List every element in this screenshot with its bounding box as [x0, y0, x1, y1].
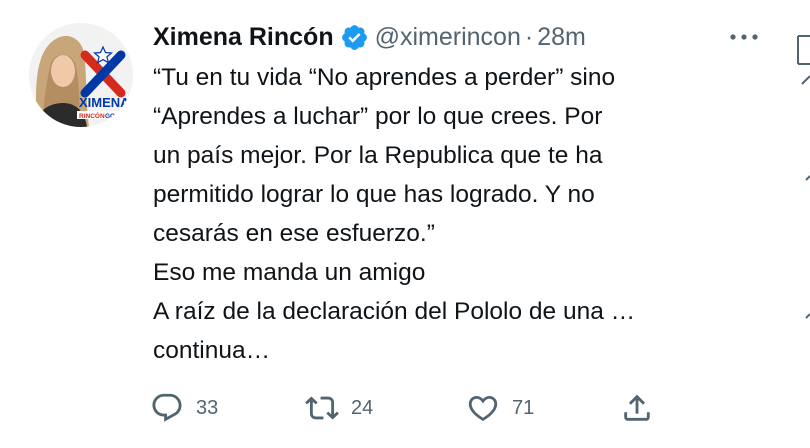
meta-separator: ·: [524, 23, 534, 51]
share-button[interactable]: [620, 388, 654, 428]
avatar-name-text: XIMENA: [79, 95, 130, 110]
retweet-button[interactable]: 24: [305, 388, 373, 428]
tweet[interactable]: XIMENA RINCÓN GONZÁ Ximena Rincón @ximer…: [0, 0, 810, 448]
like-button[interactable]: 71: [466, 388, 534, 428]
tweet-header: Ximena Rincón @ximerincon · 28m: [153, 19, 586, 55]
display-name[interactable]: Ximena Rincón: [153, 19, 334, 55]
retweet-count: 24: [351, 396, 374, 419]
more-options-button[interactable]: [724, 22, 764, 52]
reply-icon: [152, 393, 182, 422]
tweet-text: “Tu en tu vida “No aprendes a perder” si…: [153, 58, 793, 370]
heart-icon: [468, 395, 498, 421]
tweet-text-line: continua…: [153, 337, 271, 364]
tweet-text-line: A raíz de la declaración del Pololo de u…: [153, 298, 636, 325]
tweet-text-line: permitido lograr lo que has logrado. Y n…: [153, 181, 595, 208]
avatar-image: XIMENA RINCÓN GONZÁ: [29, 23, 133, 127]
like-count: 71: [512, 396, 535, 419]
reply-count: 33: [196, 396, 219, 419]
reply-button[interactable]: 33: [150, 388, 218, 428]
tweet-text-line: un país mejor. Por la Republica que te h…: [153, 142, 603, 169]
tweet-text-line: Eso me manda un amigo: [153, 259, 426, 286]
avatar-surname-b-text: GONZÁ: [105, 111, 129, 120]
tweet-timestamp[interactable]: 28m: [537, 19, 586, 55]
tweet-text-line: cesarás en ese esfuerzo.”: [153, 220, 435, 247]
avatar[interactable]: XIMENA RINCÓN GONZÁ: [29, 23, 133, 127]
more-dots-icon: [730, 34, 758, 40]
author-handle[interactable]: @ximerincon: [375, 19, 521, 55]
adjacent-panel-edge: [790, 0, 810, 448]
share-icon: [624, 394, 650, 421]
retweet-icon: [305, 396, 339, 420]
tweet-text-line: “Aprendes a luchar” por lo que crees. Po…: [153, 103, 603, 130]
tweet-text-line: “Tu en tu vida “No aprendes a perder” si…: [153, 64, 616, 91]
tweet-actions: 33 24 71: [150, 388, 670, 428]
verified-badge-icon: [340, 23, 369, 52]
avatar-surname-a-text: RINCÓN: [79, 111, 105, 120]
